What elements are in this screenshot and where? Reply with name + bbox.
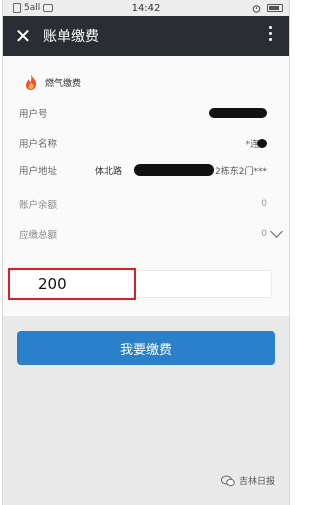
sim-card-icon bbox=[13, 3, 21, 13]
status-bar: 5all 14:42 bbox=[3, 0, 289, 16]
page-title: 账单缴费 bbox=[43, 29, 99, 45]
address-value-left: 体北路 bbox=[95, 166, 123, 177]
redacted-user-number bbox=[209, 108, 267, 118]
status-time: 14:42 bbox=[131, 2, 161, 14]
amount-input-extension[interactable] bbox=[136, 270, 272, 298]
battery-icon bbox=[267, 4, 283, 12]
row-user-address: 用户地址 体北路 2栋东2门*** bbox=[19, 160, 267, 180]
close-icon[interactable]: ✕ bbox=[3, 24, 43, 48]
row-amount-due: 应缴总额 0 bbox=[19, 224, 283, 244]
address-label: 用户地址 bbox=[19, 166, 58, 177]
row-balance: 账户余额 0 bbox=[19, 194, 267, 214]
phone-screen: 5all 14:42 ✕ 账单缴费 燃气缴费 用户号 用户名称 *连 用户地址 … bbox=[2, 0, 290, 505]
payment-amount-value: 200 bbox=[38, 275, 67, 293]
balance-label: 账户余额 bbox=[19, 200, 58, 211]
pay-button[interactable]: 我要缴费 bbox=[17, 331, 275, 365]
status-left: 5all bbox=[3, 3, 54, 13]
brand-header: 燃气缴费 bbox=[3, 56, 289, 98]
flame-icon bbox=[25, 74, 37, 90]
wechat-icon bbox=[220, 475, 235, 486]
row-user-name: 用户名称 *连 bbox=[19, 133, 267, 153]
more-menu-icon[interactable] bbox=[269, 26, 273, 41]
user-number-label: 用户号 bbox=[19, 109, 48, 120]
balance-value: 0 bbox=[261, 199, 267, 209]
amount-due-label: 应缴总额 bbox=[19, 230, 58, 241]
watermark-text: 吉林日报 bbox=[238, 477, 275, 487]
redacted-user-name bbox=[257, 139, 267, 148]
amount-due-value: 0 bbox=[261, 229, 267, 239]
row-user-number: 用户号 bbox=[19, 103, 267, 123]
redacted-address bbox=[134, 164, 214, 176]
chevron-down-icon[interactable] bbox=[270, 225, 283, 238]
user-name-label: 用户名称 bbox=[19, 139, 58, 150]
watermark: 吉林日报 bbox=[220, 474, 275, 487]
brand-name: 燃气缴费 bbox=[45, 78, 82, 89]
address-value-right: 2栋东2门*** bbox=[215, 166, 267, 177]
carrier-signal: 5all bbox=[24, 3, 41, 13]
title-bar: ✕ 账单缴费 bbox=[3, 16, 289, 56]
alarm-icon bbox=[252, 4, 261, 13]
status-right bbox=[252, 4, 283, 13]
payment-amount-input[interactable]: 200 bbox=[8, 268, 136, 300]
notification-icon bbox=[43, 4, 54, 12]
